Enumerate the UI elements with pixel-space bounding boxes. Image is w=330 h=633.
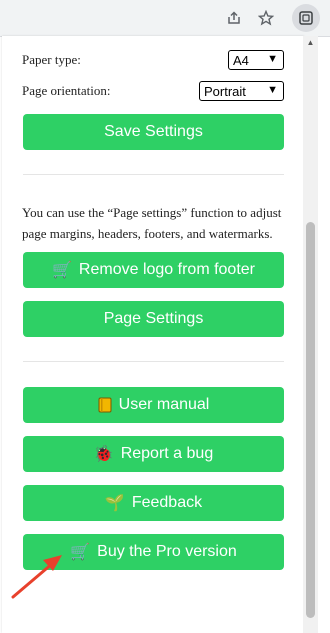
orientation-select[interactable]: Portrait ▼ bbox=[199, 81, 284, 101]
buy-pro-label: Buy the Pro version bbox=[97, 543, 237, 560]
page-settings-button[interactable]: Page Settings bbox=[23, 301, 284, 337]
page-settings-label: Page Settings bbox=[103, 310, 204, 327]
scrollbar-thumb[interactable] bbox=[306, 222, 315, 618]
extension-icon[interactable] bbox=[292, 4, 320, 32]
star-icon[interactable] bbox=[256, 8, 276, 28]
orientation-row: Page orientation: Portrait ▼ bbox=[22, 79, 284, 103]
remove-logo-label: Remove logo from footer bbox=[78, 261, 255, 278]
cart-icon: 🛒 bbox=[52, 262, 72, 279]
cart-icon: 🛒 bbox=[70, 544, 91, 561]
extension-popup: Paper type: A4 ▼ Page orientation: Portr… bbox=[2, 36, 304, 633]
user-manual-button[interactable]: User manual bbox=[23, 387, 284, 423]
paper-type-row: Paper type: A4 ▼ bbox=[22, 48, 284, 72]
orientation-label: Page orientation: bbox=[22, 83, 111, 98]
remove-logo-button[interactable]: 🛒 Remove logo from footer bbox=[23, 252, 284, 288]
feedback-button[interactable]: 🌱 Feedback bbox=[23, 485, 284, 521]
ladybug-icon: 🐞 bbox=[93, 446, 114, 463]
feedback-label: Feedback bbox=[131, 494, 203, 511]
report-bug-label: Report a bug bbox=[120, 445, 214, 462]
report-bug-button[interactable]: 🐞 Report a bug bbox=[23, 436, 284, 472]
paper-type-label: Paper type: bbox=[22, 52, 81, 67]
scroll-up-arrow-icon[interactable]: ▲ bbox=[303, 38, 318, 50]
divider bbox=[23, 174, 284, 175]
chevron-down-icon: ▼ bbox=[267, 53, 278, 65]
orientation-value: Portrait bbox=[204, 83, 246, 99]
browser-toolbar bbox=[0, 0, 330, 37]
paper-type-value: A4 bbox=[233, 52, 249, 68]
scrollbar[interactable]: ▲ bbox=[303, 36, 318, 633]
divider bbox=[23, 361, 284, 362]
save-settings-label: Save Settings bbox=[104, 123, 203, 140]
user-manual-label: User manual bbox=[118, 396, 210, 413]
book-icon bbox=[98, 397, 112, 413]
buy-pro-button[interactable]: 🛒 Buy the Pro version bbox=[23, 534, 284, 570]
chevron-down-icon: ▼ bbox=[267, 84, 278, 96]
info-text: You can use the “Page settings” function… bbox=[22, 205, 282, 241]
share-icon[interactable] bbox=[224, 8, 244, 28]
seedling-icon: 🌱 bbox=[104, 495, 125, 512]
save-settings-button[interactable]: Save Settings bbox=[23, 114, 284, 150]
paper-type-select[interactable]: A4 ▼ bbox=[228, 50, 284, 70]
